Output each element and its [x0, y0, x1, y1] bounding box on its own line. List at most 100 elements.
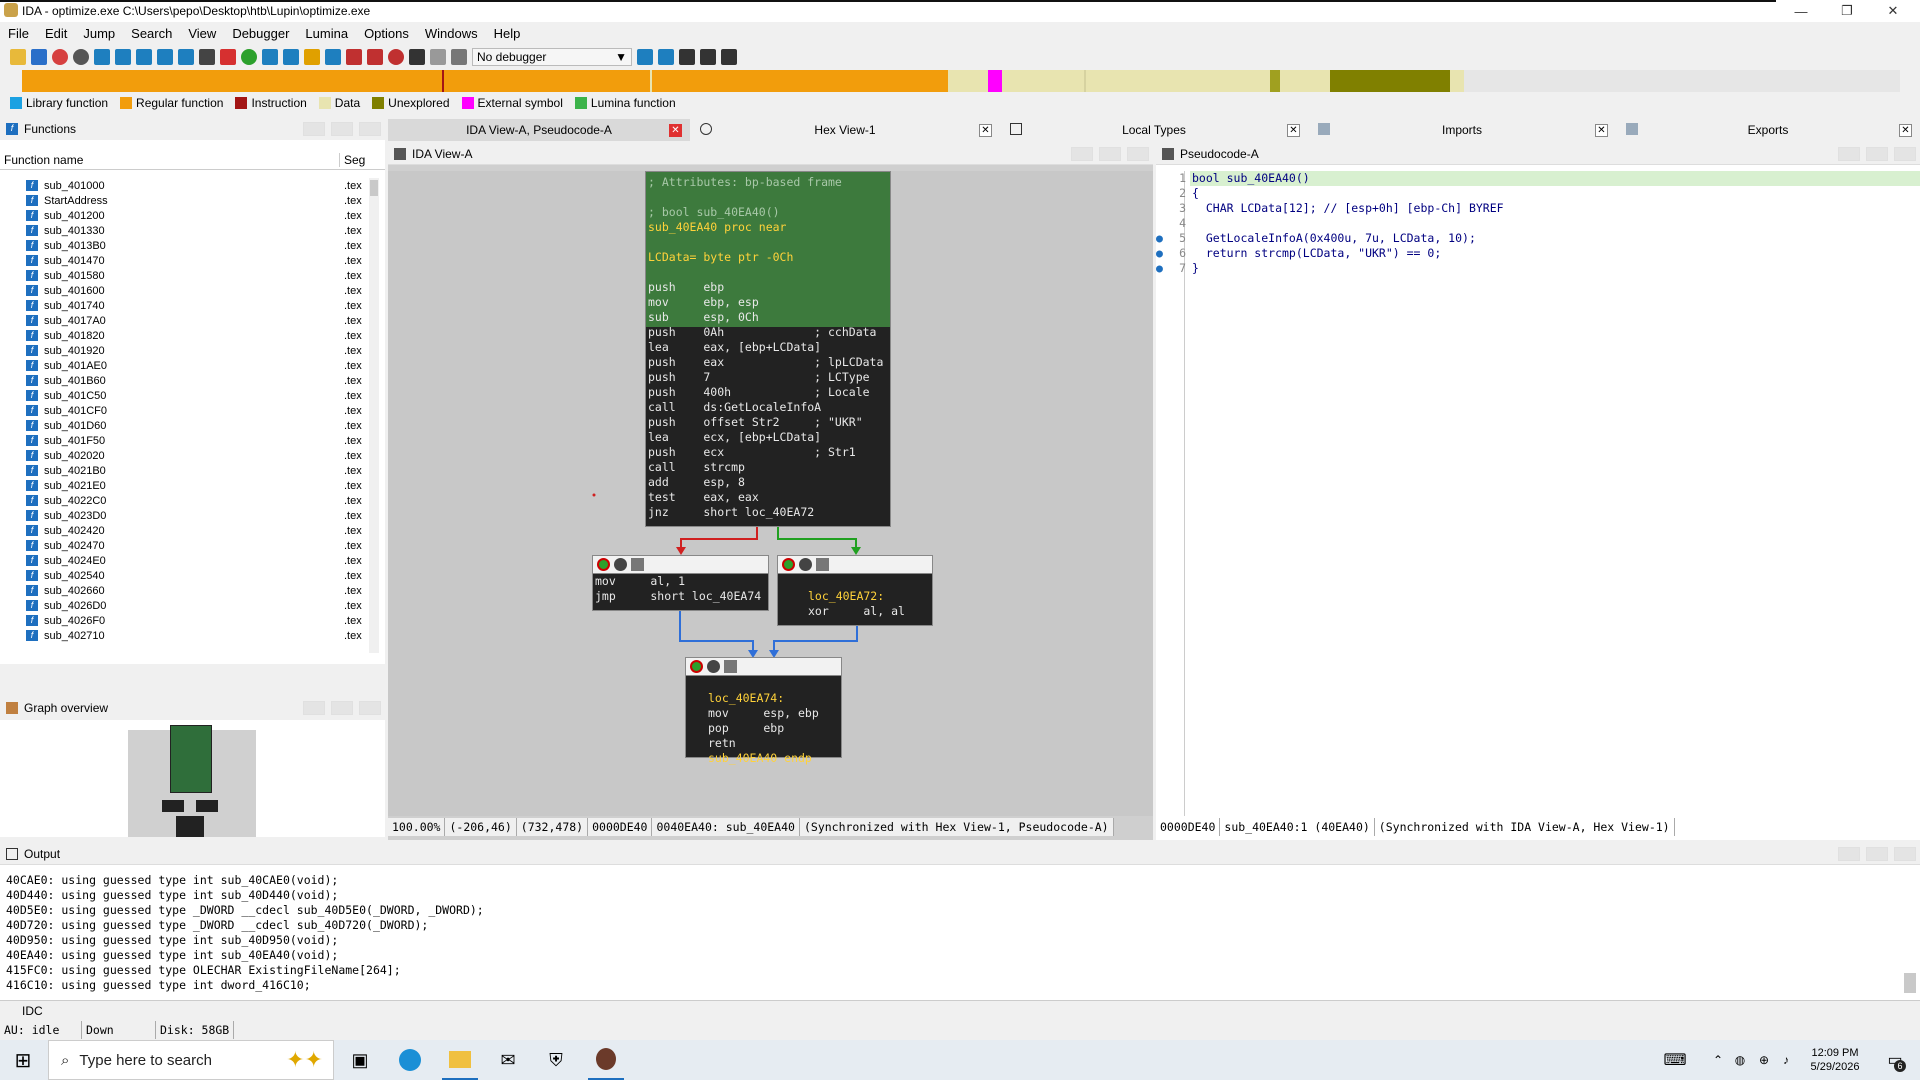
navigation-band[interactable]: [22, 70, 1900, 92]
col-function-name[interactable]: Function name: [0, 152, 340, 167]
breakpoint-dot[interactable]: [1156, 216, 1166, 231]
volume-icon[interactable]: ♪: [1776, 1040, 1796, 1080]
asm-line[interactable]: test eax, eax: [646, 490, 890, 505]
function-row[interactable]: f sub_401AE0 .tex: [0, 358, 370, 373]
close-icon[interactable]: [1894, 847, 1916, 861]
function-row[interactable]: f sub_401C50 .tex: [0, 388, 370, 403]
asm-line[interactable]: mov esp, ebp: [706, 706, 841, 721]
graph-icon[interactable]: [94, 49, 110, 65]
asm-line[interactable]: jmp short loc_40EA74: [593, 589, 768, 604]
pseudocode-line[interactable]: ● 5 GetLocaleInfoA(0x400u, 7u, LCData, 10…: [1156, 231, 1920, 246]
asm-line[interactable]: lea ecx, [ebp+LCData]: [646, 430, 890, 445]
color-node-icon[interactable]: [597, 558, 610, 571]
indent-icon[interactable]: [700, 49, 716, 65]
edge-browser-icon[interactable]: [394, 1040, 426, 1080]
asm-line[interactable]: ; Attributes: bp-based frame: [646, 175, 890, 190]
asm-line[interactable]: [706, 676, 841, 691]
function-row[interactable]: f sub_402540 .tex: [0, 568, 370, 583]
asm-line[interactable]: call ds:GetLocaleInfoA: [646, 400, 890, 415]
collapse-icon[interactable]: [724, 660, 737, 673]
idc-button[interactable]: IDC: [22, 1004, 43, 1018]
node-false-branch[interactable]: loc_40EA72: xor al, al: [777, 555, 933, 626]
asm-line[interactable]: LCData= byte ptr -0Ch: [646, 250, 890, 265]
function-row[interactable]: f sub_401600 .tex: [0, 283, 370, 298]
stop-icon[interactable]: [388, 49, 404, 65]
menu-edit[interactable]: Edit: [37, 26, 75, 41]
close-icon[interactable]: ✕: [1899, 124, 1912, 137]
breakpoint-dot[interactable]: [1156, 186, 1166, 201]
asm-line[interactable]: push 400h ; Locale: [646, 385, 890, 400]
notifications-icon[interactable]: ▭ 6: [1880, 1040, 1910, 1080]
tray-chevron-icon[interactable]: ⌃: [1708, 1040, 1728, 1080]
close-icon[interactable]: [359, 122, 381, 136]
tab-ida-view[interactable]: IDA View-A, Pseudocode-A ✕: [388, 119, 690, 141]
breakpoint-icon[interactable]: [220, 49, 236, 65]
asm-line[interactable]: mov al, 1: [593, 574, 768, 589]
rename-icon[interactable]: [707, 660, 720, 673]
text-search-icon[interactable]: [199, 49, 215, 65]
float-icon[interactable]: [1071, 147, 1093, 161]
menu-debugger[interactable]: Debugger: [224, 26, 297, 41]
tab-exports[interactable]: Exports ✕: [1616, 119, 1920, 141]
asm-line[interactable]: ; bool sub_40EA40(): [646, 205, 890, 220]
function-row[interactable]: f sub_401000 .tex: [0, 178, 370, 193]
function-row[interactable]: f sub_402470 .tex: [0, 538, 370, 553]
menu-windows[interactable]: Windows: [417, 26, 486, 41]
function-row[interactable]: f sub_4017A0 .tex: [0, 313, 370, 328]
function-row[interactable]: f sub_401CF0 .tex: [0, 403, 370, 418]
security-shield-icon[interactable]: ⛨: [540, 1040, 572, 1080]
maximize-icon[interactable]: [331, 701, 353, 715]
scroll-thumb[interactable]: [370, 180, 378, 196]
functions-scrollbar[interactable]: [369, 178, 379, 653]
attach-icon[interactable]: [637, 49, 653, 65]
asm-line[interactable]: push ebp: [646, 280, 890, 295]
menu-help[interactable]: Help: [486, 26, 529, 41]
maximize-icon[interactable]: [1866, 147, 1888, 161]
asm-line[interactable]: [646, 235, 890, 250]
file-explorer-icon[interactable]: [442, 1040, 478, 1080]
close-icon[interactable]: ✕: [1287, 124, 1300, 137]
close-icon[interactable]: ✕: [669, 124, 682, 137]
asm-line[interactable]: loc_40EA72:: [806, 589, 932, 604]
stop-trace-icon[interactable]: [367, 49, 383, 65]
node-true-branch[interactable]: mov al, 1 jmp short loc_40EA74: [592, 555, 769, 611]
taskbar-search[interactable]: ⌕ Type here to search ✦✦: [48, 1040, 334, 1080]
menu-jump[interactable]: Jump: [75, 26, 123, 41]
asm-line[interactable]: [646, 190, 890, 205]
breakpoint-dot[interactable]: [1156, 201, 1166, 216]
function-row[interactable]: f sub_402420 .tex: [0, 523, 370, 538]
breakpoint-dot[interactable]: [1156, 171, 1166, 186]
hex-icon[interactable]: [157, 49, 173, 65]
function-row[interactable]: f sub_401B60 .tex: [0, 373, 370, 388]
back-icon[interactable]: [52, 49, 68, 65]
close-icon[interactable]: [359, 701, 381, 715]
collapse-icon[interactable]: [816, 558, 829, 571]
function-row[interactable]: f sub_401330 .tex: [0, 223, 370, 238]
function-row[interactable]: f sub_4021B0 .tex: [0, 463, 370, 478]
asm-line[interactable]: sub_40EA40 proc near: [646, 220, 890, 235]
graph-canvas[interactable]: ; Attributes: bp-based frame ; bool sub_4…: [388, 171, 1153, 816]
function-row[interactable]: f StartAddress .tex: [0, 193, 370, 208]
function-row[interactable]: f sub_402020 .tex: [0, 448, 370, 463]
trace-icon[interactable]: [346, 49, 362, 65]
breakpoint-dot[interactable]: ●: [1156, 231, 1166, 246]
asm-line[interactable]: add esp, 8: [646, 475, 890, 490]
function-row[interactable]: f sub_401740 .tex: [0, 298, 370, 313]
pseudocode-line[interactable]: 4: [1156, 216, 1920, 231]
pseudocode-line[interactable]: 1 bool sub_40EA40(): [1156, 171, 1920, 186]
asm-line[interactable]: [646, 265, 890, 280]
jump-icon[interactable]: [178, 49, 194, 65]
breakpoint-dot[interactable]: ●: [1156, 261, 1166, 276]
function-row[interactable]: f sub_401920 .tex: [0, 343, 370, 358]
close-icon[interactable]: ✕: [979, 124, 992, 137]
asm-line[interactable]: sub esp, 0Ch: [646, 310, 890, 325]
proximity-icon[interactable]: [136, 49, 152, 65]
node-exit[interactable]: loc_40EA74: mov esp, ebp pop ebp retn sub_40…: [685, 657, 842, 765]
run-icon[interactable]: [241, 49, 257, 65]
asm-line[interactable]: pop ebp: [706, 721, 841, 736]
close-icon[interactable]: ✕: [1595, 124, 1608, 137]
outdent-icon[interactable]: [721, 49, 737, 65]
function-row[interactable]: f sub_401470 .tex: [0, 253, 370, 268]
function-row[interactable]: f sub_4026F0 .tex: [0, 613, 370, 628]
close-button[interactable]: ✕: [1870, 0, 1916, 22]
